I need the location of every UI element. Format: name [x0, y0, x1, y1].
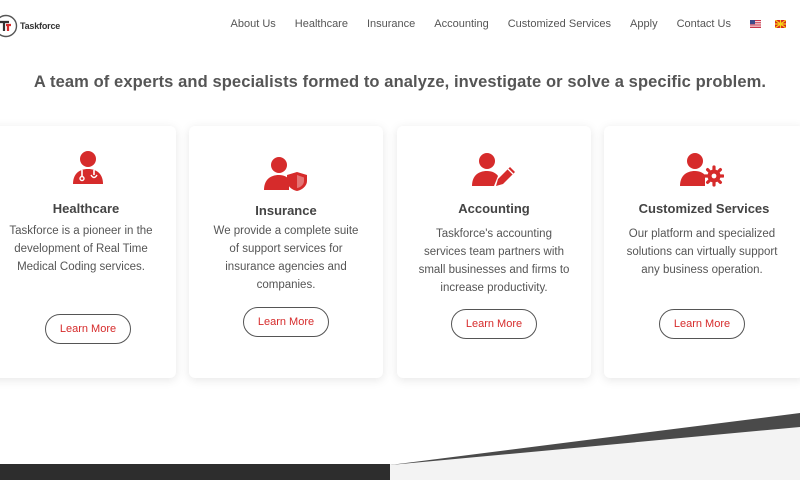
- nav-customized-services[interactable]: Customized Services: [508, 18, 611, 30]
- card-title: Healthcare: [52, 201, 120, 216]
- brand-name: Taskforce: [20, 21, 61, 31]
- card-description: Taskforce is a pioneer in the developmen…: [9, 225, 153, 273]
- user-shield-icon: [264, 157, 307, 191]
- nav-about-us[interactable]: About Us: [231, 18, 276, 30]
- us-flag-icon[interactable]: [750, 20, 761, 28]
- main-menu: About Us Healthcare Insurance Accounting…: [231, 0, 800, 48]
- card-description: We provide a complete suite of support s…: [213, 225, 359, 291]
- card-description: Our platform and specialized solutions c…: [626, 228, 778, 276]
- service-card-customized-services: Customized Services Our platform and spe…: [604, 126, 800, 378]
- taskforce-logo-icon: [0, 14, 18, 38]
- nav-healthcare[interactable]: Healthcare: [295, 18, 348, 30]
- user-edit-icon: [472, 153, 515, 186]
- card-title: Accounting: [458, 201, 530, 216]
- learn-more-button[interactable]: Learn More: [659, 309, 745, 339]
- service-card-accounting: Accounting Taskforce's accounting servic…: [397, 126, 591, 378]
- top-navigation: Taskforce About Us Healthcare Insurance …: [0, 0, 800, 52]
- nav-accounting[interactable]: Accounting: [434, 18, 488, 30]
- nav-contact-us[interactable]: Contact Us: [677, 18, 731, 30]
- nav-apply[interactable]: Apply: [630, 18, 658, 30]
- hero-tagline: A team of experts and specialists formed…: [33, 73, 767, 91]
- service-card-healthcare: Healthcare Taskforce is a pioneer in the…: [0, 126, 176, 378]
- footer-photo-strip: [0, 464, 390, 480]
- nav-insurance[interactable]: Insurance: [367, 18, 415, 30]
- doctor-icon: [73, 151, 103, 184]
- card-title: Insurance: [255, 203, 317, 218]
- user-cog-icon: [680, 153, 724, 187]
- learn-more-button[interactable]: Learn More: [243, 307, 329, 337]
- mk-flag-icon[interactable]: [775, 20, 786, 28]
- card-title: Customized Services: [638, 201, 770, 216]
- learn-more-button[interactable]: Learn More: [451, 309, 537, 339]
- service-card-insurance: Insurance We provide a complete suite of…: [189, 126, 383, 378]
- card-description: Taskforce's accounting services team par…: [418, 228, 570, 294]
- brand-logo[interactable]: Taskforce: [0, 14, 60, 38]
- learn-more-button[interactable]: Learn More: [45, 314, 131, 344]
